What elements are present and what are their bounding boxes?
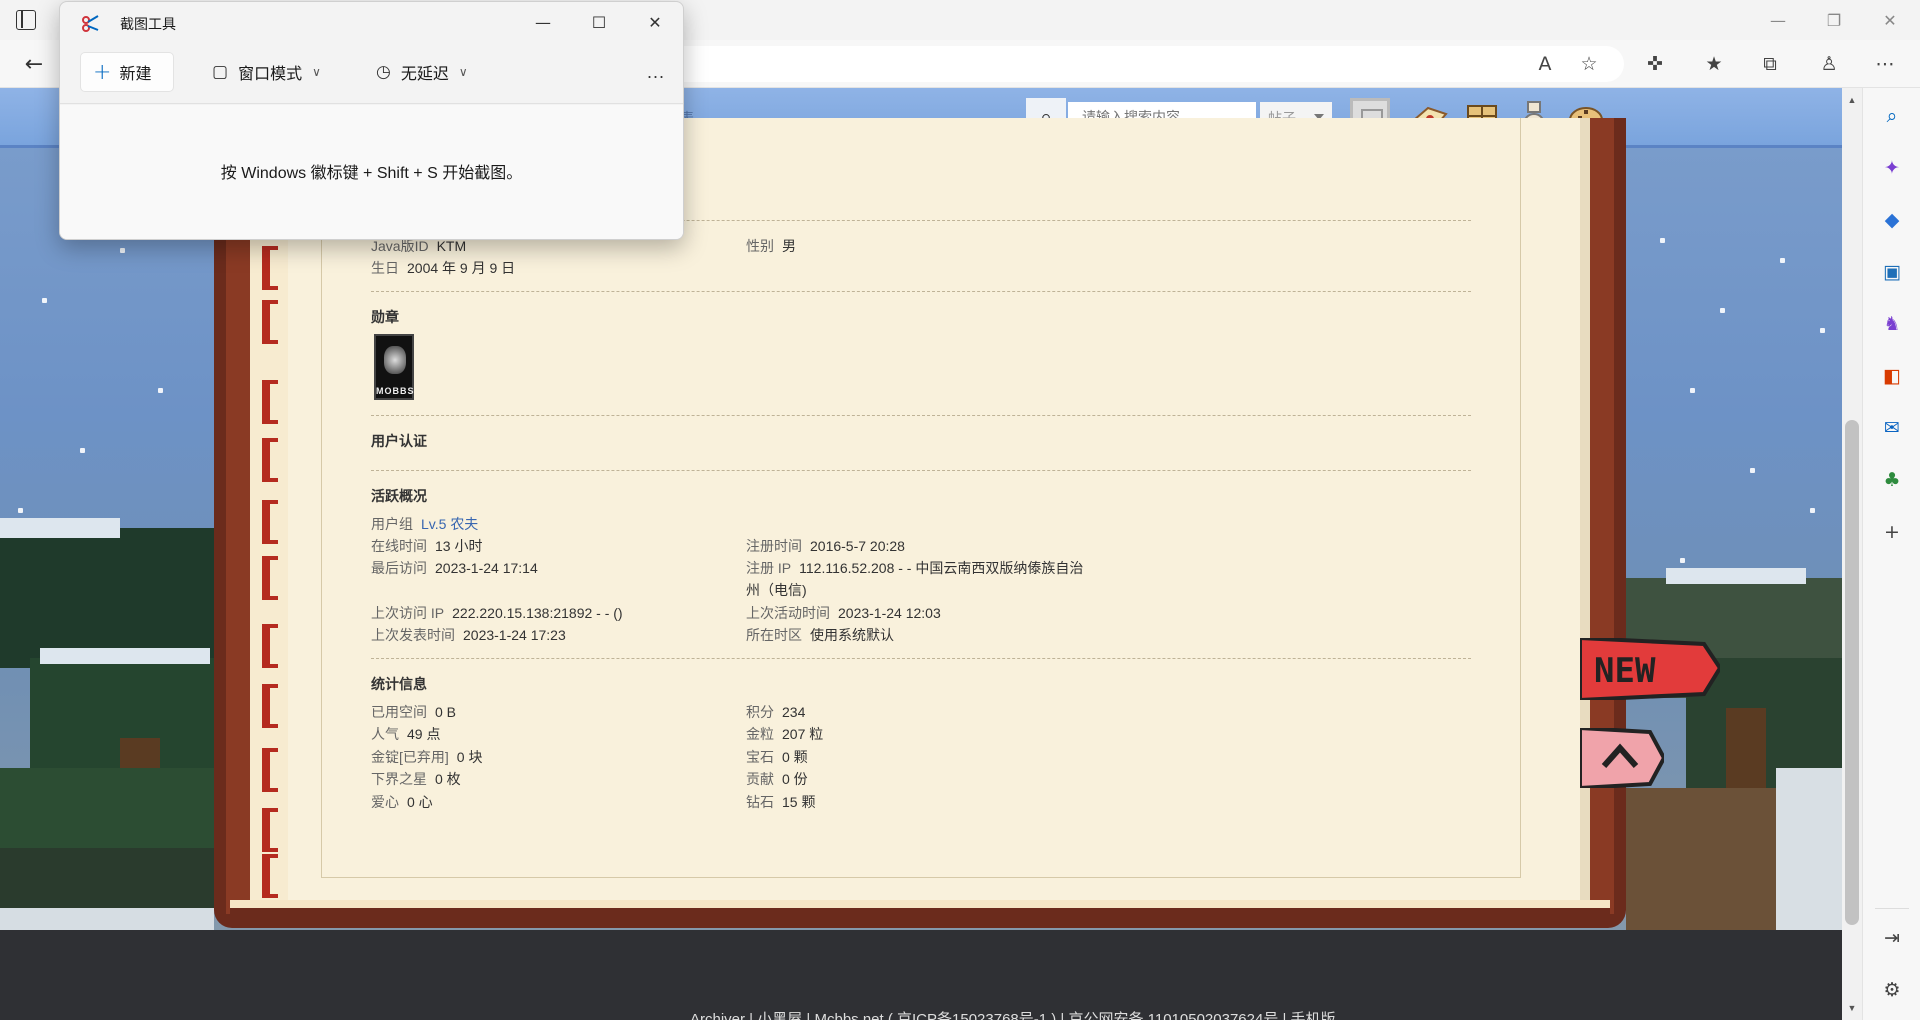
clock-icon: ◷ <box>376 62 391 82</box>
stats-section-title: 统计信息 <box>371 676 427 692</box>
add-icon[interactable]: + <box>1878 518 1906 546</box>
snipping-tool-logo-icon <box>82 15 99 32</box>
scroll-up-icon[interactable]: ▲ <box>1842 92 1862 108</box>
new-snip-button[interactable]: + 新建 <box>80 52 174 92</box>
tree-icon[interactable]: ♣ <box>1878 466 1906 494</box>
settings-more-icon[interactable]: ⋯ <box>1871 50 1899 78</box>
usergroup-row: 用户组 Lv.5 农夫 <box>371 516 479 532</box>
edge-sidebar: ⌕ ✦ ◆ ▣ ♞ ◧ ✉ ♣ + ⇥ ⚙ <box>1862 88 1920 1020</box>
stat-left-row: 金锭[已弃用] 0 块 <box>371 749 483 765</box>
stat-right-row: 积分 234 <box>746 704 806 720</box>
register-ip-row: 注册 IP 112.116.52.208 - - 中国云南西双版纳傣族自治 <box>746 560 1084 576</box>
right-forest-decoration <box>1626 568 1842 930</box>
window-restore-button[interactable]: ❐ <box>1806 0 1862 40</box>
window-close-button[interactable]: ✕ <box>1862 0 1918 40</box>
medal-badge[interactable]: MOBBS <box>374 334 414 400</box>
window-minimize-button[interactable]: — <box>1750 0 1806 40</box>
stat-left-row: 人气 49 点 <box>371 726 441 742</box>
medal-section-title: 勋章 <box>371 309 399 325</box>
stat-right-row: 宝石 0 颗 <box>746 749 808 765</box>
stat-right-row: 贡献 0 份 <box>746 771 808 787</box>
scroll-down-icon[interactable]: ▼ <box>1842 1000 1862 1016</box>
back-to-top-button[interactable] <box>1580 728 1664 788</box>
timezone-row: 所在时区 使用系统默认 <box>746 627 894 643</box>
snip-hint-text: 按 Windows 徽标键 + Shift + S 开始截图。 <box>220 165 523 182</box>
usergroup-link[interactable]: Lv.5 农夫 <box>421 516 478 532</box>
scrollbar-thumb[interactable] <box>1845 420 1859 925</box>
page-footer-area <box>0 930 1842 1020</box>
snip-mode-dropdown[interactable]: ▢ 窗口模式 ∨ <box>212 52 321 92</box>
back-arrow-icon[interactable]: ← <box>16 48 52 80</box>
left-forest-decoration <box>0 518 214 930</box>
tools-icon[interactable]: ▣ <box>1878 258 1906 286</box>
snip-delay-dropdown[interactable]: ◷ 无延迟 ∨ <box>376 52 468 92</box>
new-badge[interactable]: NEW <box>1580 638 1720 700</box>
stat-right-row: 钻石 15 颗 <box>746 794 816 810</box>
snip-titlebar: 截图工具 — ☐ ✕ <box>60 2 683 42</box>
more-options-button[interactable]: ... <box>638 52 674 92</box>
snipping-tool-window: 截图工具 — ☐ ✕ + 新建 ▢ 窗口模式 ∨ ◷ 无延迟 ∨ ... 按 W… <box>59 1 684 240</box>
new-badge-label: NEW <box>1594 651 1656 691</box>
stat-left-row: 爱心 0 心 <box>371 794 433 810</box>
snip-mode-label: 窗口模式 <box>238 66 303 83</box>
snip-maximize-button[interactable]: ☐ <box>571 2 627 42</box>
snip-toolbar: + 新建 ▢ 窗口模式 ∨ ◷ 无延迟 ∨ ... <box>60 42 683 104</box>
copilot-icon[interactable]: ✦ <box>1878 154 1906 182</box>
chevron-down-icon: ∨ <box>458 65 468 79</box>
last-active-row: 上次活动时间 2023-1-24 12:03 <box>746 605 941 621</box>
outlook-icon[interactable]: ✉ <box>1878 414 1906 442</box>
last-visit-row: 最后访问 2023-1-24 17:14 <box>371 560 538 576</box>
tab-actions-icon[interactable] <box>16 10 36 30</box>
sidebar-settings-icon[interactable]: ⚙ <box>1878 976 1906 1004</box>
snip-minimize-button[interactable]: — <box>515 2 571 42</box>
read-aloud-icon[interactable]: A <box>1531 50 1559 78</box>
online-time-row: 在线时间 13 小时 <box>371 538 483 554</box>
collections-icon[interactable]: ⧉ <box>1756 50 1784 78</box>
snip-close-button[interactable]: ✕ <box>627 2 683 42</box>
medal-caption: MOBBS <box>376 386 415 396</box>
site-footer-links[interactable]: Archiver | 小黑屋 | Mcbbs.net ( 京ICP备150237… <box>690 1008 1336 1020</box>
snip-delay-label: 无延迟 <box>400 66 449 83</box>
snip-body: 按 Windows 徽标键 + Shift + S 开始截图。 <box>60 105 683 239</box>
snip-title: 截图工具 <box>120 16 176 32</box>
window-mode-icon: ▢ <box>212 62 229 82</box>
sidebar-search-icon[interactable]: ⌕ <box>1878 102 1906 130</box>
chevron-down-icon: ∨ <box>312 65 321 79</box>
games-icon[interactable]: ♞ <box>1878 310 1906 338</box>
gender-row: 性别男 <box>746 238 796 254</box>
add-favorite-icon[interactable]: ☆ <box>1575 50 1603 78</box>
plus-icon: + <box>93 59 112 85</box>
stat-left-row: 下界之星 0 枚 <box>371 771 461 787</box>
stat-right-row: 金粒 207 粒 <box>746 726 824 742</box>
birthday-row: 生日 2004 年 9 月 9 日 <box>371 260 516 276</box>
new-snip-label: 新建 <box>119 66 152 83</box>
shopping-tag-icon[interactable]: ◆ <box>1878 206 1906 234</box>
activity-section-title: 活跃概况 <box>371 488 427 504</box>
last-ip-row: 上次访问 IP 222.220.15.138:21892 - - () <box>371 605 623 621</box>
profile-icon[interactable]: ♙ <box>1815 50 1843 78</box>
office-icon[interactable]: ◧ <box>1878 362 1906 390</box>
stat-left-row: 已用空间 0 B <box>371 704 457 720</box>
last-post-row: 上次发表时间 2023-1-24 17:23 <box>371 627 566 643</box>
register-ip-cont: 州（电信) <box>746 582 807 598</box>
favorites-icon[interactable]: ★ <box>1700 50 1728 78</box>
verify-section-title: 用户认证 <box>371 433 427 449</box>
hide-sidebar-icon[interactable]: ⇥ <box>1878 924 1906 952</box>
extensions-icon[interactable]: ✜ <box>1641 50 1669 78</box>
register-time-row: 注册时间 2016-5-7 20:28 <box>746 538 905 554</box>
